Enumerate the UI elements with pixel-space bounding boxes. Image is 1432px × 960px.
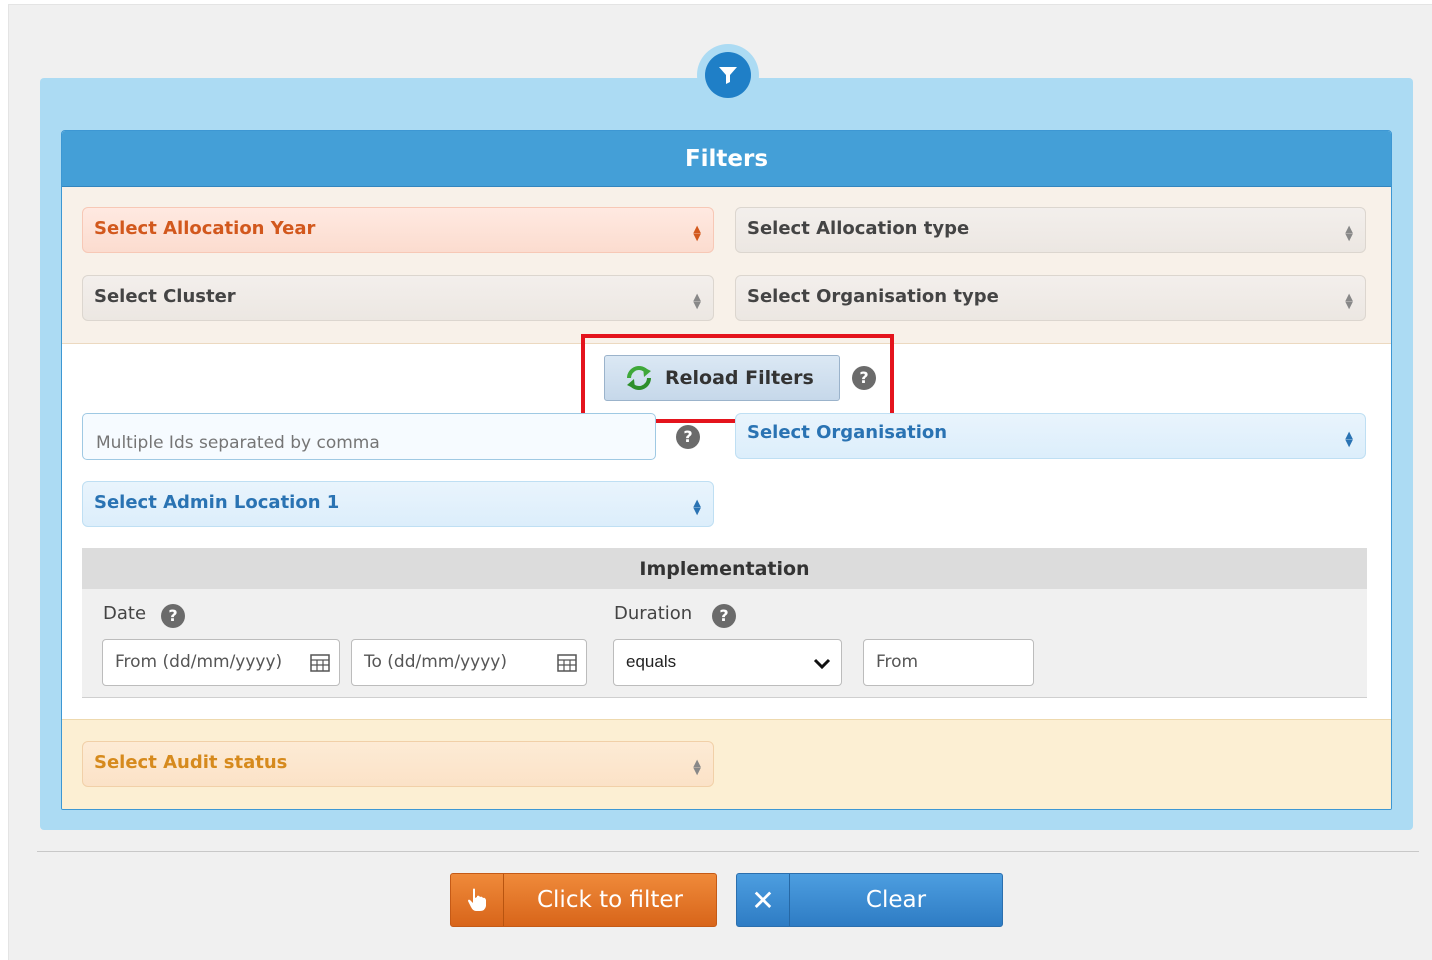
admin-location-1-select[interactable]: Select Admin Location 1 ▲ ▼ xyxy=(82,481,714,527)
chevron-updown-icon: ▲ ▼ xyxy=(1345,292,1353,311)
funnel-icon xyxy=(705,52,751,98)
duration-from-placeholder: From xyxy=(876,652,919,672)
clear-label: Clear xyxy=(865,887,927,913)
allocation-year-label: Select Allocation Year xyxy=(94,218,316,239)
cluster-select[interactable]: Select Cluster ▲ ▼ xyxy=(82,275,714,321)
calendar-icon[interactable] xyxy=(310,653,330,678)
duration-operator-value: equals xyxy=(626,652,677,671)
help-icon[interactable]: ? xyxy=(161,604,185,628)
calendar-icon[interactable] xyxy=(557,653,577,678)
divider xyxy=(37,851,1419,852)
date-to-input[interactable]: To (dd/mm/yyyy) xyxy=(351,639,587,686)
organisation-label: Select Organisation xyxy=(747,422,948,443)
implementation-title: Implementation xyxy=(82,548,1367,589)
allocation-type-label: Select Allocation type xyxy=(747,218,970,239)
organisation-select[interactable]: Select Organisation ▲ ▼ xyxy=(735,413,1366,459)
audit-status-label: Select Audit status xyxy=(94,752,288,773)
audit-status-select[interactable]: Select Audit status ▲ ▼ xyxy=(82,741,714,787)
clear-button[interactable]: ✕ Clear xyxy=(736,873,1003,927)
duration-from-input[interactable]: From xyxy=(863,639,1034,686)
date-from-placeholder: From (dd/mm/yyyy) xyxy=(115,652,283,672)
hand-pointer-icon xyxy=(451,874,504,926)
funnel-badge xyxy=(697,44,759,106)
cluster-label: Select Cluster xyxy=(94,286,236,307)
help-icon[interactable]: ? xyxy=(676,425,700,449)
allocation-year-select[interactable]: Select Allocation Year ▲ ▼ xyxy=(82,207,714,253)
click-to-filter-label: Click to filter xyxy=(536,887,684,913)
duration-label: Duration xyxy=(614,603,693,624)
chevron-updown-icon: ▲ ▼ xyxy=(1345,430,1353,449)
ids-input[interactable] xyxy=(82,413,656,460)
click-to-filter-button[interactable]: Click to filter xyxy=(450,873,717,927)
close-icon: ✕ xyxy=(737,874,790,926)
allocation-type-select[interactable]: Select Allocation type ▲ ▼ xyxy=(735,207,1366,253)
date-label: Date xyxy=(103,603,147,624)
duration-operator-select[interactable]: equals xyxy=(613,639,842,686)
chevron-updown-icon: ▲ ▼ xyxy=(693,758,701,777)
date-to-placeholder: To (dd/mm/yyyy) xyxy=(364,652,507,672)
admin-location-1-label: Select Admin Location 1 xyxy=(94,492,340,513)
date-from-input[interactable]: From (dd/mm/yyyy) xyxy=(102,639,340,686)
highlight-box xyxy=(581,334,894,423)
organisation-type-label: Select Organisation type xyxy=(747,286,999,307)
chevron-updown-icon: ▲ ▼ xyxy=(693,498,701,517)
chevron-down-icon xyxy=(813,655,831,675)
chevron-updown-icon: ▲ ▼ xyxy=(693,224,701,243)
help-icon[interactable]: ? xyxy=(712,604,736,628)
chevron-updown-icon: ▲ ▼ xyxy=(693,292,701,311)
panel-title: Filters xyxy=(62,131,1391,187)
organisation-type-select[interactable]: Select Organisation type ▲ ▼ xyxy=(735,275,1366,321)
chevron-updown-icon: ▲ ▼ xyxy=(1345,224,1353,243)
